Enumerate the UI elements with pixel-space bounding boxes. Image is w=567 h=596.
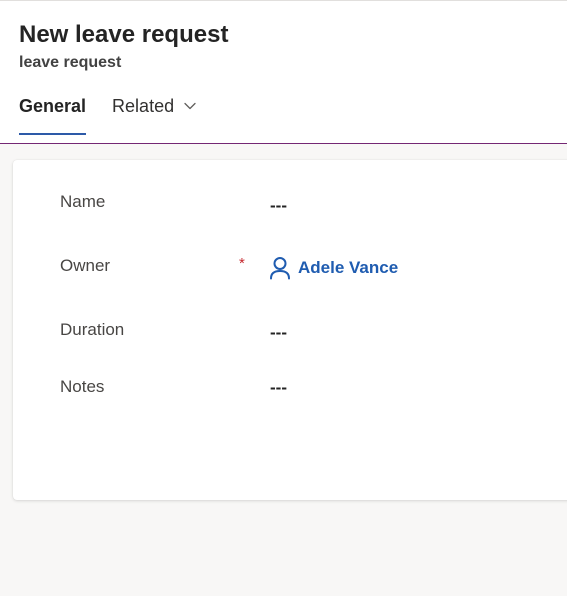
form-header: New leave request leave request General … <box>0 0 567 144</box>
duration-field[interactable]: --- <box>270 323 287 343</box>
owner-value: Adele Vance <box>298 258 399 277</box>
tab-bar: General Related <box>19 96 197 136</box>
notes-field[interactable]: --- <box>270 378 287 398</box>
duration-label: Duration <box>60 320 125 339</box>
page-subtitle: leave request <box>19 54 122 71</box>
notes-label: Notes <box>60 377 105 396</box>
general-section-card: Name --- Owner * Adele Vance Duration --… <box>13 160 567 500</box>
person-icon <box>270 257 290 280</box>
name-field[interactable]: --- <box>270 196 287 216</box>
owner-label: Owner <box>60 256 111 275</box>
tab-general[interactable]: General <box>19 96 87 136</box>
chevron-down-icon <box>184 102 196 110</box>
name-label: Name <box>60 192 106 211</box>
page-title: New leave request <box>19 21 229 48</box>
required-indicator: * <box>239 255 245 272</box>
tab-general-label: General <box>19 96 87 116</box>
tab-related[interactable]: Related <box>112 96 197 136</box>
tab-related-label: Related <box>112 96 175 116</box>
owner-lookup-link[interactable]: Adele Vance <box>269 256 398 280</box>
